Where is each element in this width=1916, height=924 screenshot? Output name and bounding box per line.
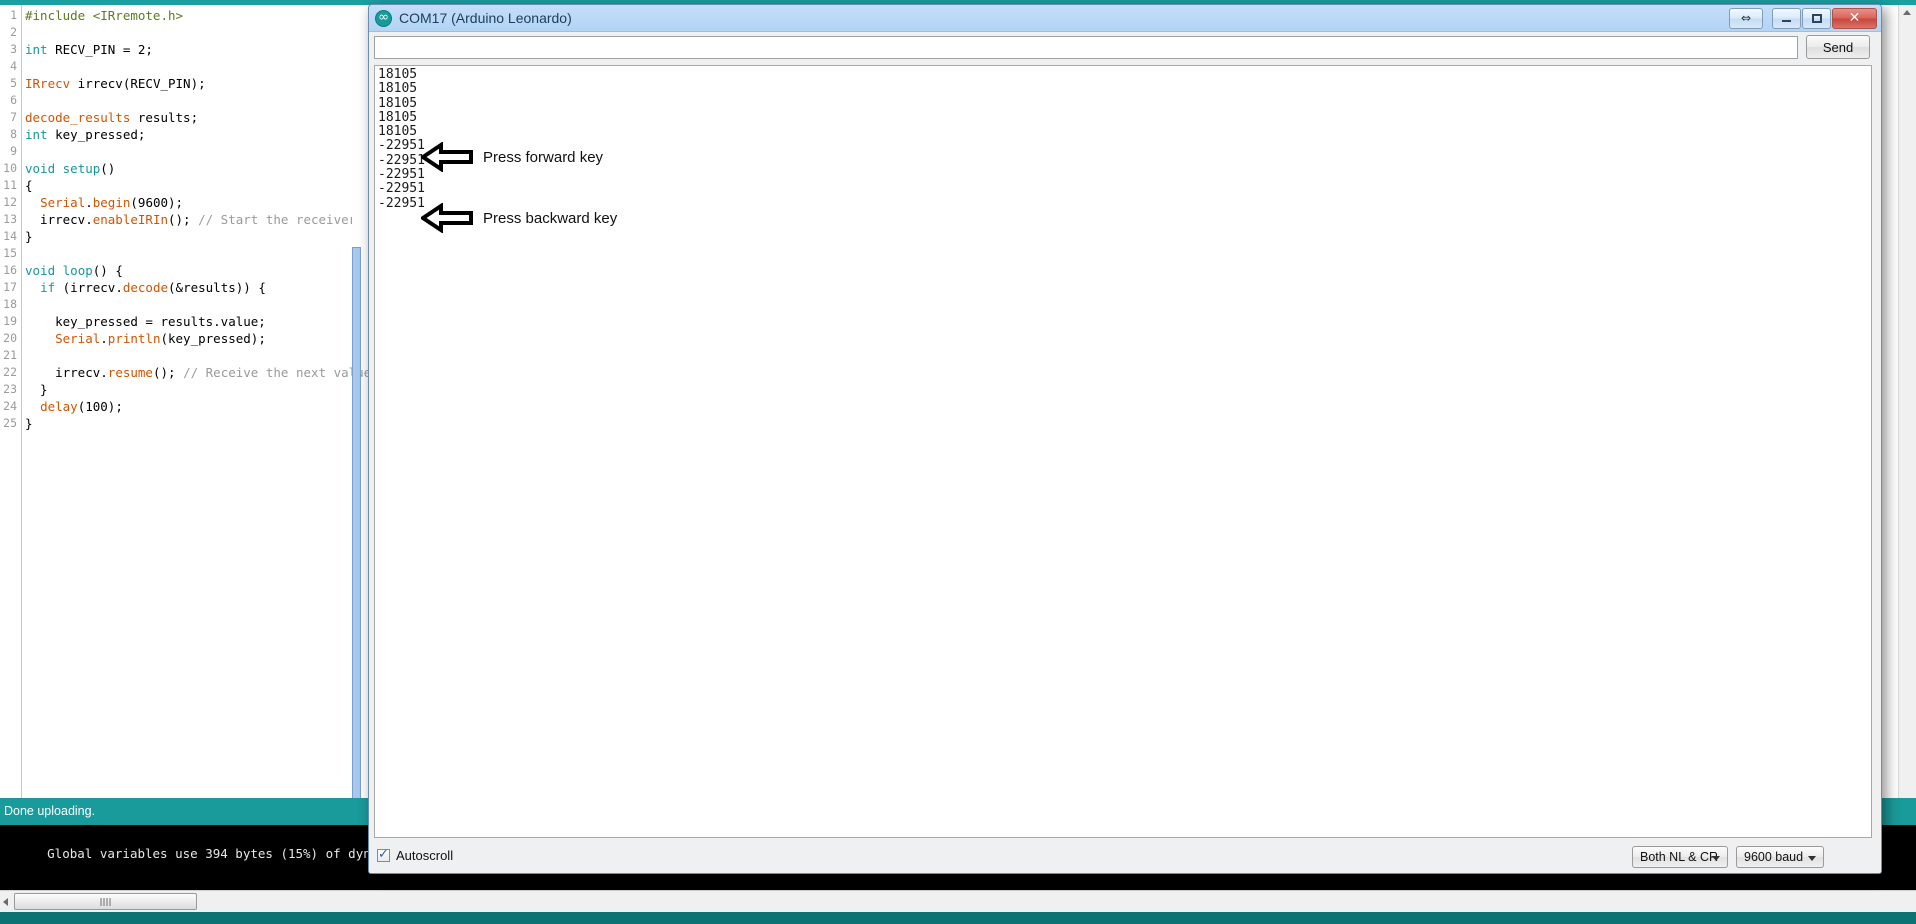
scrollbar-grip-icon bbox=[100, 897, 111, 906]
maximize-button[interactable] bbox=[1802, 7, 1831, 29]
code-line-text: decode_results results; bbox=[25, 110, 199, 125]
minimize-icon bbox=[1773, 9, 1800, 28]
code-line-text: } bbox=[25, 382, 48, 397]
line-number: 6 bbox=[10, 93, 17, 107]
close-icon: ✕ bbox=[1848, 10, 1861, 26]
line-number: 13 bbox=[3, 212, 17, 226]
code-line-text: if (irrecv.decode(&results)) { bbox=[40, 280, 266, 295]
line-number: 4 bbox=[10, 59, 17, 73]
resize-arrows-icon: ⇔ bbox=[1740, 11, 1752, 25]
horizontal-scrollbar-thumb[interactable] bbox=[14, 893, 197, 910]
line-number: 23 bbox=[3, 382, 17, 396]
code-line-text: void setup() bbox=[25, 161, 116, 176]
serial-monitor-titlebar[interactable]: ∞ COM17 (Arduino Leonardo) ⇔ ✕ bbox=[369, 5, 1881, 32]
code-line-text: } bbox=[25, 416, 33, 431]
screen-root: 1 #include <IRremote.h> 2 3 int RECV_PIN = 2… bbox=[0, 0, 1916, 924]
line-number: 2 bbox=[10, 25, 17, 39]
code-line-text: } bbox=[25, 229, 33, 244]
line-ending-value: Both NL & CR bbox=[1640, 850, 1719, 864]
code-line-text: key_pressed = results.value; bbox=[25, 314, 266, 329]
minimize-button[interactable] bbox=[1772, 7, 1801, 29]
autoscroll-label: Autoscroll bbox=[396, 848, 454, 863]
line-number: 3 bbox=[10, 42, 17, 56]
code-line-text: Serial.println(key_pressed); bbox=[55, 331, 266, 346]
code-line-text: Serial.begin(9600); bbox=[40, 195, 184, 210]
line-number: 1 bbox=[10, 8, 17, 22]
serial-output-line: -22951 bbox=[378, 195, 425, 211]
code-line-text: #include <IRremote.h> bbox=[25, 8, 184, 23]
serial-output-line: -22951 bbox=[378, 167, 425, 183]
maximize-icon bbox=[1803, 9, 1830, 28]
annotation-backward: Press backward key bbox=[421, 203, 617, 233]
code-line-text: int RECV_PIN = 2; bbox=[25, 42, 153, 57]
chevron-down-icon bbox=[1712, 856, 1720, 861]
line-number: 16 bbox=[3, 263, 17, 277]
line-number: 14 bbox=[3, 229, 17, 243]
line-number: 17 bbox=[3, 280, 17, 294]
serial-output-line: 18105 bbox=[378, 95, 418, 111]
serial-output-line: 18105 bbox=[378, 109, 418, 125]
code-line-text: irrecv.resume(); // Receive the next val… bbox=[25, 365, 372, 380]
code-line-text: int key_pressed; bbox=[25, 127, 146, 142]
line-number: 20 bbox=[3, 331, 17, 345]
code-line-text: void loop() { bbox=[25, 263, 123, 278]
line-number: 19 bbox=[3, 314, 17, 328]
resize-button[interactable]: ⇔ bbox=[1729, 7, 1763, 29]
close-button[interactable]: ✕ bbox=[1832, 7, 1877, 29]
code-line-text: delay(100); bbox=[40, 399, 123, 414]
line-number: 9 bbox=[10, 144, 17, 158]
ide-horizontal-scrollbar[interactable] bbox=[0, 890, 1916, 913]
line-number: 12 bbox=[3, 195, 17, 209]
left-arrow-annotation-icon bbox=[421, 203, 473, 233]
line-number: 21 bbox=[3, 348, 17, 362]
editor-inner-scrollbar-thumb[interactable] bbox=[352, 247, 361, 807]
line-number: 18 bbox=[3, 297, 17, 311]
annotation-backward-label: Press backward key bbox=[483, 209, 618, 227]
autoscroll-toggle[interactable]: Autoscroll bbox=[377, 846, 454, 863]
line-number: 7 bbox=[10, 110, 17, 124]
annotation-forward: Press forward key bbox=[421, 142, 603, 172]
editor-vertical-scrollbar[interactable] bbox=[1898, 5, 1916, 798]
line-number: 8 bbox=[10, 127, 17, 141]
serial-output-line: -22951 bbox=[378, 152, 425, 168]
serial-monitor-window: ∞ COM17 (Arduino Leonardo) ⇔ ✕ Send 1810… bbox=[368, 4, 1882, 874]
serial-output-line: -22951 bbox=[378, 181, 425, 197]
editor-inner-scrollbar[interactable] bbox=[352, 5, 361, 807]
line-ending-dropdown[interactable]: Both NL & CR bbox=[1632, 846, 1728, 868]
baud-rate-dropdown[interactable]: 9600 baud bbox=[1736, 846, 1824, 868]
serial-monitor-footer: Autoscroll Both NL & CR 9600 baud bbox=[369, 841, 1881, 873]
line-number: 15 bbox=[3, 246, 17, 260]
serial-monitor-title: COM17 (Arduino Leonardo) bbox=[399, 10, 572, 26]
serial-output-line: 18105 bbox=[378, 67, 418, 82]
serial-monitor-toolbar: Send bbox=[369, 32, 1881, 65]
serial-send-input[interactable] bbox=[374, 36, 1798, 59]
serial-output-text: 18105 18105 18105 18105 18105 -22951 -22951 -22… bbox=[378, 67, 425, 211]
arduino-infinity-icon: ∞ bbox=[375, 10, 392, 27]
status-message: Done uploading. bbox=[4, 804, 96, 818]
line-number: 5 bbox=[10, 76, 17, 90]
ide-footer-bar bbox=[0, 912, 1916, 924]
line-number: 11 bbox=[3, 178, 17, 192]
serial-output-panel[interactable]: 18105 18105 18105 18105 18105 -22951 -22951 -22… bbox=[374, 65, 1872, 838]
line-number: 22 bbox=[3, 365, 17, 379]
line-number: 25 bbox=[3, 416, 17, 430]
annotation-forward-label: Press forward key bbox=[483, 148, 604, 166]
code-line-text: { bbox=[25, 178, 33, 193]
left-arrow-annotation-icon bbox=[421, 142, 473, 172]
code-line-text: IRrecv irrecv(RECV_PIN); bbox=[25, 76, 206, 91]
baud-rate-value: 9600 baud bbox=[1744, 850, 1804, 864]
line-number: 24 bbox=[3, 399, 17, 413]
line-number: 10 bbox=[3, 161, 17, 175]
send-button[interactable]: Send bbox=[1806, 35, 1870, 59]
chevron-down-icon bbox=[1808, 856, 1816, 861]
serial-output-line: 18105 bbox=[378, 124, 418, 140]
window-controls: ⇔ ✕ bbox=[1728, 7, 1877, 29]
serial-output-line: 18105 bbox=[378, 81, 418, 97]
serial-output-line: -22951 bbox=[378, 138, 425, 154]
scroll-up-arrow-icon[interactable] bbox=[1903, 10, 1911, 15]
code-line-text: irrecv.enableIRIn(); // Start the receiv… bbox=[25, 212, 357, 227]
autoscroll-checkbox[interactable] bbox=[377, 846, 390, 863]
scroll-left-arrow-icon[interactable] bbox=[3, 898, 8, 906]
